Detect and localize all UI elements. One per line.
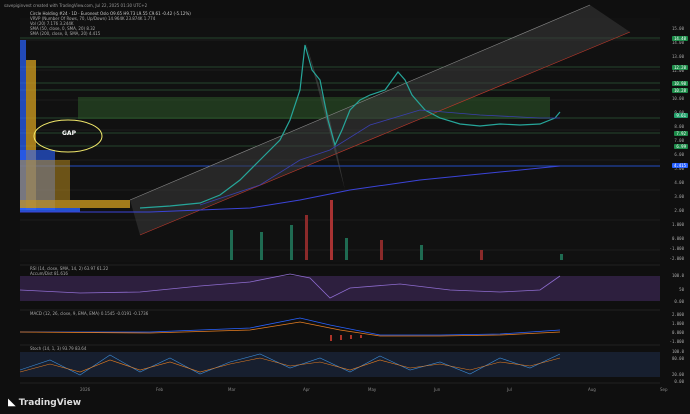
legend-accdist: Accum/Dist 81.616 — [30, 271, 68, 276]
macd-tick: -1.000 — [669, 339, 684, 344]
price-tick: 0.000 — [671, 236, 684, 241]
x-tick: Sep — [660, 387, 668, 392]
price-tag-current: 9.61 — [674, 113, 688, 118]
price-tag: 10.28 — [671, 88, 688, 93]
price-tag: 7.92 — [674, 131, 688, 136]
rsi-band — [20, 276, 660, 301]
rsi-tick: 0.00 — [674, 299, 684, 304]
price-tick: -2.000 — [669, 256, 684, 261]
x-tick: Jul — [507, 387, 512, 392]
price-tick: 7.00 — [674, 138, 684, 143]
macd-tick: 2.000 — [671, 312, 684, 317]
legend-macd: MACD (12, 26, close, 9, EMA, EMA) 0.1545… — [30, 311, 149, 316]
rsi-tick: 100.0 — [671, 273, 684, 278]
x-tick: Mar — [228, 387, 236, 392]
price-tick: 2.00 — [674, 208, 684, 213]
stoch-tick: 80.00 — [671, 356, 684, 361]
x-tick: Apr — [303, 387, 310, 392]
x-tick: Jun — [434, 387, 441, 392]
gap-label: GAP — [62, 130, 76, 137]
price-tick: 10.00 — [671, 96, 684, 101]
price-tag: 6.99 — [674, 144, 688, 149]
tradingview-logo[interactable]: ◣ TradingView — [8, 397, 81, 408]
price-tick: 6.00 — [674, 152, 684, 157]
brand-name: TradingView — [18, 397, 82, 408]
tradingview-icon: ◣ — [8, 397, 16, 408]
macd-tick: 1.000 — [671, 321, 684, 326]
legend-sma200: SMA (200, close, 0, SMA, 20) 4.415 — [30, 31, 101, 36]
stoch-tick: 100.0 — [671, 349, 684, 354]
price-tag: 14.40 — [671, 36, 688, 41]
supply-zone — [78, 97, 550, 119]
price-tick: 1.000 — [671, 222, 684, 227]
price-tick: 15.00 — [671, 26, 684, 31]
x-tick: May — [368, 387, 377, 392]
price-tick: -1.000 — [669, 246, 684, 251]
price-tag: 12.20 — [671, 65, 688, 70]
x-tick: 2026 — [80, 387, 91, 392]
x-tick: Feb — [156, 387, 164, 392]
chart-canvas[interactable] — [0, 0, 690, 414]
stoch-tick: 0.00 — [674, 379, 684, 384]
price-tick: 4.00 — [674, 180, 684, 185]
rsi-tick: 50 — [679, 287, 684, 292]
stoch-tick: 20.00 — [671, 372, 684, 377]
x-tick: Aug — [588, 387, 596, 392]
price-tag-sma200: 4.415 — [671, 163, 688, 168]
price-tick: 13.00 — [671, 54, 684, 59]
price-tag: 10.90 — [671, 81, 688, 86]
legend-stoch: Stoch (14, 1, 3) 93.79 83.64 — [30, 346, 87, 351]
macd-tick: 0.000 — [671, 330, 684, 335]
price-tick: 3.00 — [674, 194, 684, 199]
price-tick: 8.00 — [674, 124, 684, 129]
